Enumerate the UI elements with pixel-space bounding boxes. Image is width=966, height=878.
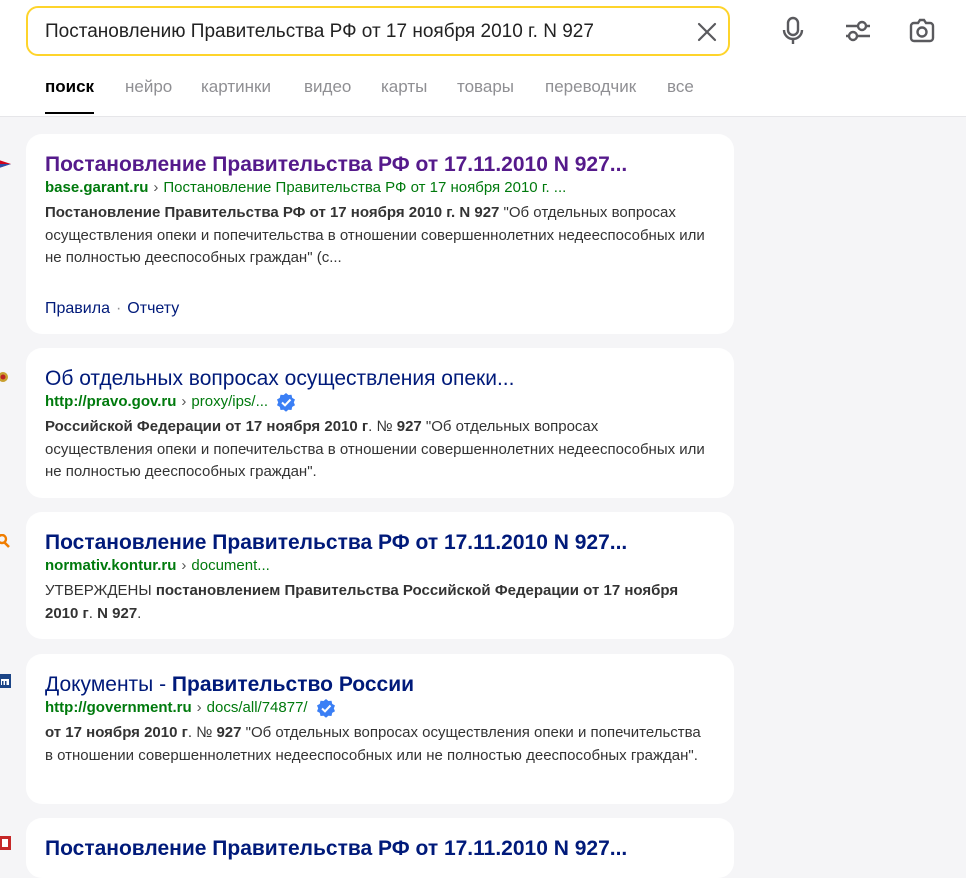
search-result: Документы - Правительство России http://… (0, 654, 734, 804)
result-url: http://government.ru › docs/all/74877/ (45, 698, 336, 718)
tab-translator[interactable]: переводчик (545, 77, 636, 97)
verified-check-icon (276, 392, 296, 412)
tab-maps[interactable]: карты (381, 77, 427, 97)
result-path[interactable]: docs/all/74877/ (207, 698, 308, 718)
result-url: http://pravo.gov.ru › proxy/ips/... (45, 392, 296, 412)
search-box[interactable] (26, 6, 730, 56)
result-snippet: УТВЕРЖДЕНЫ постановлением Правительства … (45, 582, 679, 622)
site-favicon-icon (0, 370, 11, 384)
result-domain[interactable]: base.garant.ru (45, 178, 148, 198)
tab-products[interactable]: товары (457, 77, 514, 97)
result-domain[interactable]: normativ.kontur.ru (45, 556, 176, 576)
sliders-icon[interactable] (843, 16, 873, 46)
site-favicon-icon (0, 158, 11, 172)
site-favicon-icon (0, 674, 11, 688)
camera-icon[interactable] (907, 16, 937, 46)
result-snippet: Российской Федерации от 17 ноября 2010 г… (45, 418, 705, 481)
search-header: поиск нейро картинки видео карты товары … (0, 0, 966, 117)
result-snippet: от 17 ноября 2010 г. № 927 "Об отдельных… (45, 724, 701, 764)
tab-images[interactable]: картинки (201, 77, 271, 97)
tab-neuro[interactable]: нейро (125, 77, 172, 97)
sitelink-rules[interactable]: Правила (45, 300, 110, 317)
result-title[interactable]: Постановление Правительства РФ от 17.11.… (45, 836, 627, 862)
tab-search[interactable]: поиск (45, 77, 95, 114)
search-result: Постановление Правительства РФ от 17.11.… (0, 818, 734, 878)
site-favicon-icon (0, 836, 11, 850)
search-result: Постановление Правительства РФ от 17.11.… (0, 134, 734, 334)
result-url: base.garant.ru › Постановление Правитель… (45, 178, 567, 198)
result-url: normativ.kontur.ru › document... (45, 556, 270, 576)
sitelink-report[interactable]: Отчету (127, 300, 179, 317)
search-input[interactable] (45, 17, 675, 47)
tab-video[interactable]: видео (304, 77, 351, 97)
close-icon[interactable] (695, 20, 719, 44)
result-path[interactable]: proxy/ips/... (191, 392, 268, 412)
result-path[interactable]: Постановление Правительства РФ от 17 ноя… (163, 178, 566, 198)
result-domain[interactable]: http://pravo.gov.ru (45, 392, 176, 412)
result-title[interactable]: Постановление Правительства РФ от 17.11.… (45, 530, 627, 556)
site-favicon-icon (0, 533, 11, 548)
result-sitelinks: Правила · Отчету (45, 300, 180, 317)
result-domain[interactable]: http://government.ru (45, 698, 192, 718)
microphone-icon[interactable] (778, 16, 808, 46)
tab-all[interactable]: все (667, 77, 694, 97)
result-path[interactable]: document... (191, 556, 269, 576)
search-result: Об отдельных вопросах осуществления опек… (0, 348, 734, 498)
result-title[interactable]: Документы - Правительство России (45, 672, 414, 698)
result-title[interactable]: Постановление Правительства РФ от 17.11.… (45, 152, 627, 178)
result-title[interactable]: Об отдельных вопросах осуществления опек… (45, 366, 514, 392)
search-result: Постановление Правительства РФ от 17.11.… (0, 512, 734, 639)
verified-check-icon (316, 698, 336, 718)
result-snippet: Постановление Правительства РФ от 17 ноя… (45, 204, 705, 267)
